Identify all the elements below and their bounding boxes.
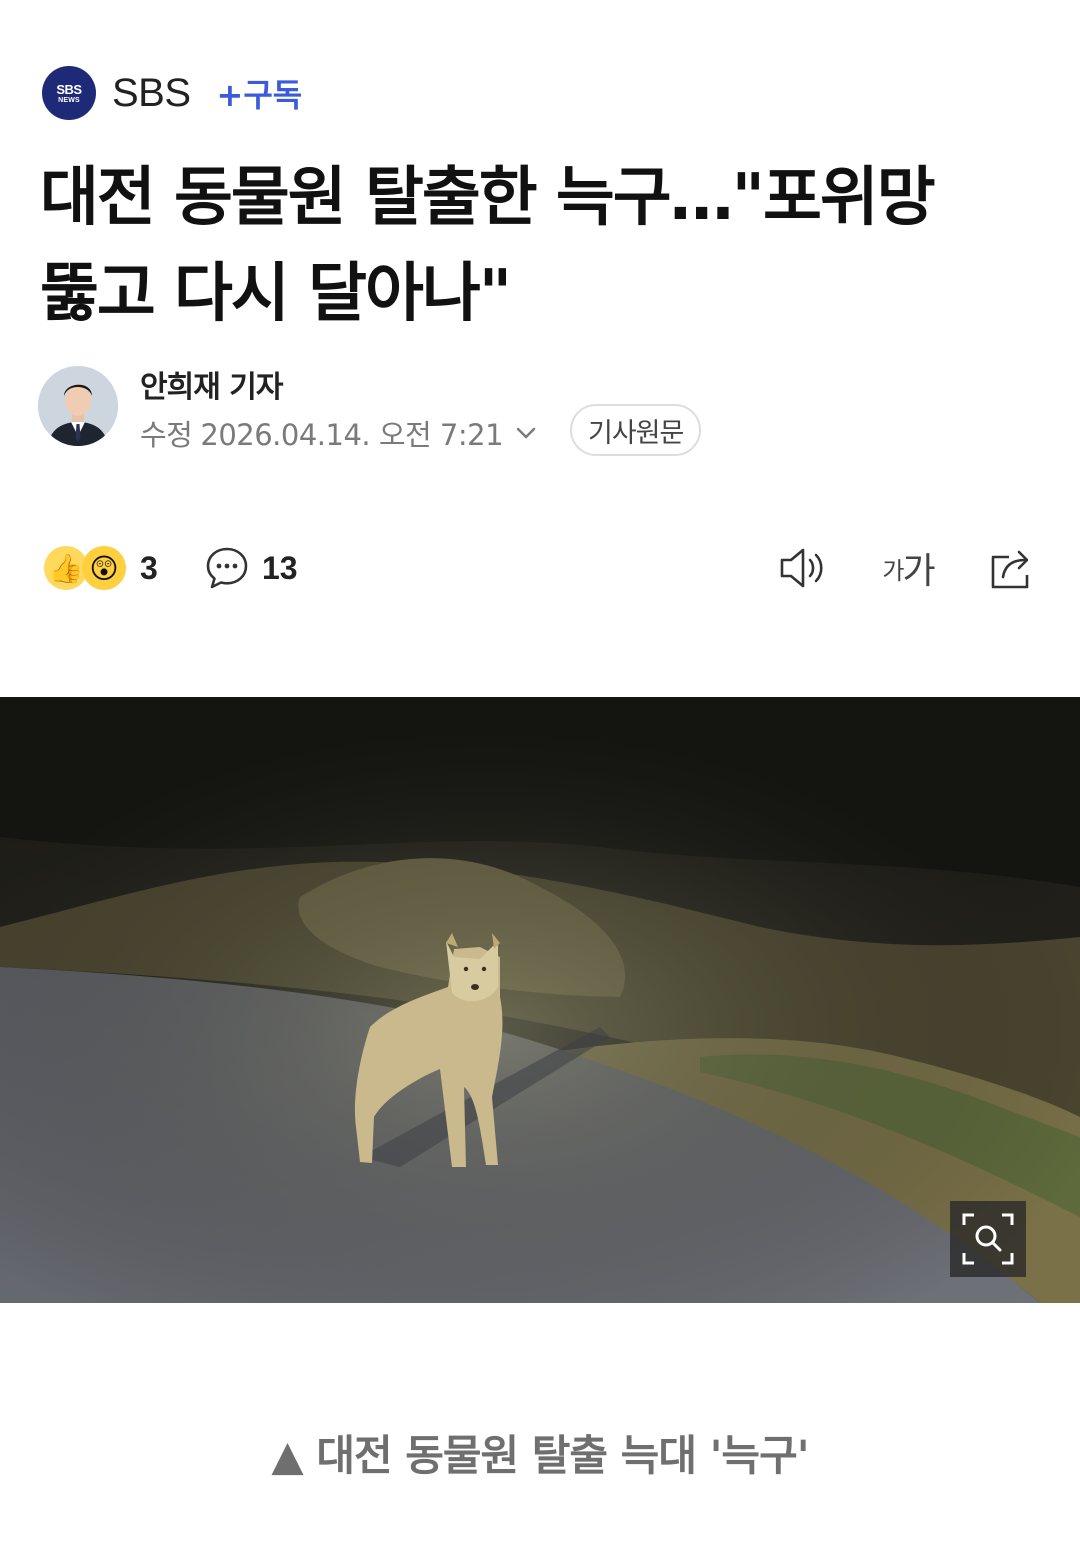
font-size-button[interactable]: 가가 bbox=[880, 542, 936, 594]
speech-bubble-icon bbox=[206, 547, 248, 589]
reaction-summary[interactable]: 👍 😲 3 bbox=[44, 538, 158, 598]
photo-caption: ▲ 대전 동물원 탈출 늑대 '늑구' bbox=[271, 1431, 809, 1480]
share-icon bbox=[991, 550, 1029, 589]
article-photo[interactable] bbox=[0, 697, 1080, 1303]
press-logo-text: SBS bbox=[56, 81, 82, 97]
press-header: SBS NEWS SBS +구독 bbox=[42, 66, 302, 120]
speaker-icon bbox=[780, 548, 823, 588]
chevron-down-icon[interactable] bbox=[513, 420, 539, 446]
wolf-photo-image bbox=[0, 697, 1080, 1303]
press-logo[interactable]: SBS NEWS bbox=[42, 66, 96, 120]
magnifier-icon bbox=[962, 1213, 1014, 1265]
share-button[interactable] bbox=[984, 542, 1040, 594]
text-to-speech-button[interactable] bbox=[776, 542, 832, 594]
reaction-count: 3 bbox=[140, 549, 158, 586]
comments-button[interactable]: 13 bbox=[204, 538, 298, 598]
font-small-label: 가 bbox=[882, 556, 904, 585]
article-headline: 대전 동물원 탈출한 늑구…"포위망 뚫고 다시 달아나" bbox=[40, 150, 1040, 342]
headline-line-2: 뚫고 다시 달아나" bbox=[40, 257, 512, 331]
date-value: 2026.04.14. 오전 7:21 bbox=[200, 418, 504, 452]
subscribe-button[interactable]: +구독 bbox=[217, 70, 303, 116]
headline-line-1: 대전 동물원 탈출한 늑구…"포위망 bbox=[40, 161, 936, 235]
press-name[interactable]: SBS bbox=[112, 71, 191, 116]
article-datetime[interactable]: 수정 2026.04.14. 오전 7:21 bbox=[140, 412, 539, 454]
press-logo-subtext: NEWS bbox=[58, 96, 80, 104]
surprised-face-icon: 😲 bbox=[82, 546, 126, 590]
byline: 안희재 기자 수정 2026.04.14. 오전 7:21 기사원문 bbox=[38, 362, 1048, 462]
photo-zoom-button[interactable] bbox=[950, 1201, 1026, 1277]
reporter-avatar[interactable] bbox=[38, 366, 118, 446]
font-large-label: 가 bbox=[902, 551, 935, 592]
original-article-button[interactable]: 기사원문 bbox=[570, 404, 702, 456]
action-bar: 👍 😲 3 13 가가 bbox=[44, 538, 1040, 598]
date-label: 수정 bbox=[140, 418, 193, 452]
comment-count: 13 bbox=[262, 549, 298, 586]
reporter-name[interactable]: 안희재 기자 bbox=[140, 362, 283, 406]
